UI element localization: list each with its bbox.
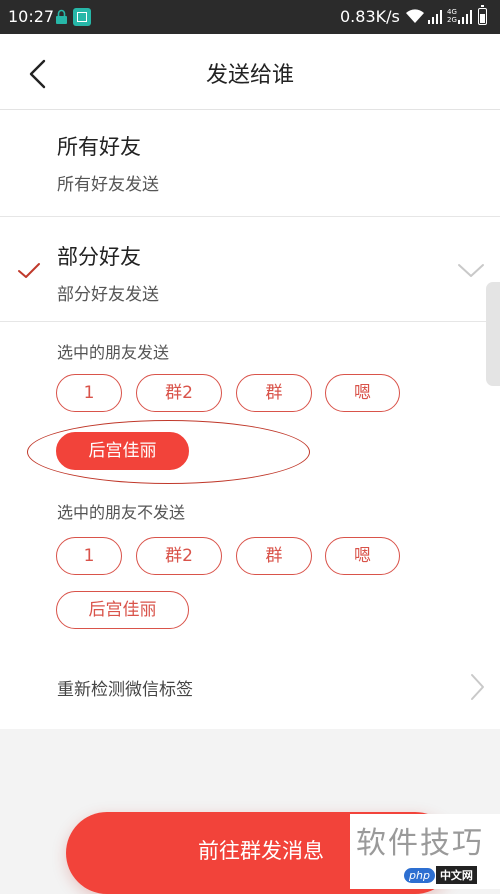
network-type-top: 4G (447, 8, 457, 16)
status-bar: 10:27 0.83K/s 4G 2G (0, 0, 500, 34)
network-type: 4G 2G (447, 8, 457, 24)
annotation-ellipse (27, 420, 310, 484)
chevron-down-icon[interactable] (456, 261, 486, 281)
watermark-logo-php: php (404, 868, 435, 883)
wifi-icon (406, 9, 424, 23)
send-tag-chip[interactable]: 嗯 (325, 374, 400, 412)
option-all-subtitle: 所有好友发送 (57, 175, 159, 195)
send-tag-chip[interactable]: 群 (236, 374, 312, 412)
network-speed: 0.83K/s (340, 7, 400, 26)
chevron-right-icon (471, 674, 484, 700)
watermark-logo: php 中文网 (404, 866, 477, 884)
relabel-text: 重新检测微信标签 (57, 680, 193, 700)
check-icon (18, 263, 40, 278)
network-type-bottom: 2G (447, 16, 457, 24)
exclude-tag-chip[interactable]: 嗯 (325, 537, 400, 575)
exclude-tag-chip[interactable]: 群 (236, 537, 312, 575)
exclude-tag-chip[interactable]: 1 (56, 537, 122, 575)
signal-icon-secondary (458, 10, 472, 24)
exclude-tag-chip[interactable]: 群2 (136, 537, 222, 575)
watermark: 软件技巧 php 中文网 (350, 814, 500, 889)
lock-icon (56, 9, 67, 24)
app-notification-icon (73, 8, 91, 26)
send-to-label: 选中的朋友发送 (57, 343, 170, 362)
relabel-row[interactable]: 重新检测微信标签 (0, 650, 500, 720)
option-some-friends[interactable]: 部分好友 部分好友发送 (0, 217, 500, 322)
exclude-tag-chip[interactable]: 后宫佳丽 (56, 591, 189, 629)
battery-icon (478, 5, 487, 25)
option-some-subtitle: 部分好友发送 (57, 285, 159, 305)
scrollbar[interactable] (486, 282, 500, 386)
exclude-label: 选中的朋友不发送 (57, 503, 186, 522)
page-title: 发送给谁 (205, 63, 294, 88)
nav-bar: 发送给谁 (0, 34, 500, 110)
signal-icon (428, 10, 442, 24)
send-tag-chip[interactable]: 1 (56, 374, 122, 412)
option-some-title: 部分好友 (57, 245, 141, 269)
status-time: 10:27 (8, 7, 55, 26)
option-all-title: 所有好友 (57, 135, 141, 159)
send-tag-chip[interactable]: 群2 (136, 374, 222, 412)
option-all-friends[interactable]: 所有好友 所有好友发送 (0, 110, 500, 217)
watermark-logo-cn: 中文网 (435, 866, 477, 884)
watermark-text: 软件技巧 (356, 826, 484, 861)
tag-selection-area: 选中的朋友发送 1 群2 群 嗯 后宫佳丽 选中的朋友不发送 1 群2 群 嗯 … (0, 322, 500, 729)
